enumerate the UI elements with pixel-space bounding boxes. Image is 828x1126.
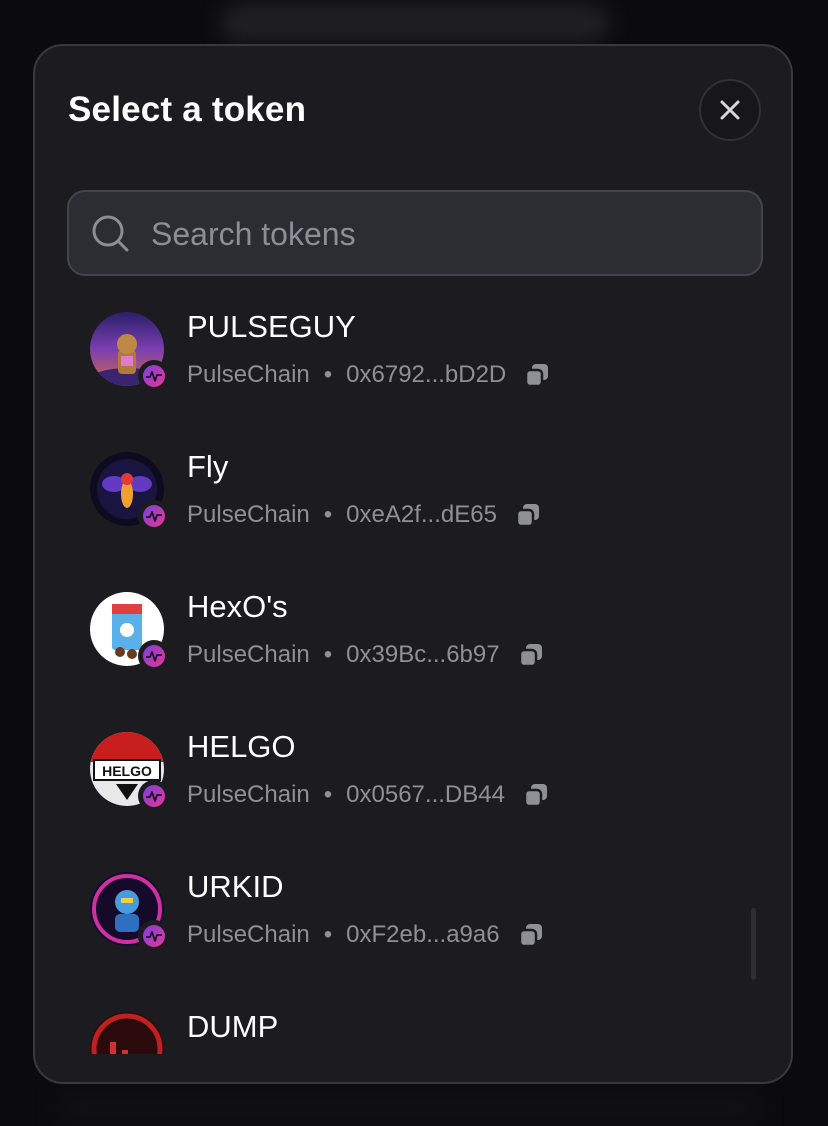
token-address: 0xF2eb...a9a6 [346, 921, 500, 948]
copy-icon[interactable] [523, 782, 549, 808]
token-row-fly[interactable]: Fly PulseChain • 0xeA2f...dE65 [35, 436, 755, 576]
token-row-urkid[interactable]: URKID PulseChain • 0xF2eb...a9a6 [35, 856, 755, 996]
token-chain: PulseChain [187, 921, 310, 948]
token-list: PULSEGUY PulseChain • 0x6792...bD2D Fly … [35, 296, 791, 1054]
close-button[interactable] [699, 79, 761, 141]
copy-icon[interactable] [524, 362, 550, 388]
token-symbol: HexO's [187, 589, 288, 624]
pulsechain-badge [138, 780, 170, 812]
meta-separator: • [323, 921, 333, 948]
scrollbar[interactable] [751, 908, 756, 980]
pulsechain-badge [138, 920, 170, 952]
token-select-modal: Select a token Search tokens PULSEGUY Pu… [33, 44, 793, 1084]
pulsechain-badge [138, 360, 170, 392]
token-chain: PulseChain [187, 361, 310, 388]
meta-separator: • [323, 501, 333, 528]
token-chain: PulseChain [187, 781, 310, 808]
token-row-pulseguy[interactable]: PULSEGUY PulseChain • 0x6792...bD2D [35, 296, 755, 436]
copy-icon[interactable] [515, 502, 541, 528]
token-address: 0x6792...bD2D [346, 361, 507, 388]
modal-title: Select a token [68, 90, 307, 129]
token-avatar [90, 312, 170, 392]
token-row-helgo[interactable]: HELGO HELGO PulseChain • 0x0567...DB44 [35, 716, 755, 856]
pulsechain-badge [138, 500, 170, 532]
token-avatar [90, 452, 170, 532]
token-address: 0xeA2f...dE65 [346, 501, 497, 528]
token-chain: PulseChain [187, 641, 310, 668]
token-avatar [90, 872, 170, 952]
pulsechain-icon [143, 925, 165, 947]
pulsechain-badge [138, 640, 170, 672]
token-symbol: Fly [187, 449, 229, 484]
dump-avatar-icon [90, 1012, 164, 1054]
token-chain: PulseChain [187, 501, 310, 528]
token-meta: PulseChain • 0x39Bc...6b97 [187, 640, 544, 670]
pulsechain-icon [143, 365, 165, 387]
token-symbol: DUMP [187, 1009, 279, 1044]
token-symbol: PULSEGUY [187, 309, 356, 344]
background-blurred-footer [60, 1090, 760, 1126]
meta-separator: • [323, 641, 333, 668]
token-avatar [90, 592, 170, 672]
token-address: 0x39Bc...6b97 [346, 641, 500, 668]
close-icon [720, 100, 740, 120]
token-row-dump[interactable]: DUMP [35, 996, 755, 1054]
token-avatar [90, 1012, 164, 1054]
token-meta: PulseChain • 0x6792...bD2D [187, 360, 550, 390]
pulsechain-icon [143, 645, 165, 667]
token-meta: PulseChain • 0xeA2f...dE65 [187, 500, 541, 530]
token-avatar: HELGO [90, 732, 170, 812]
pulsechain-icon [143, 505, 165, 527]
meta-separator: • [323, 781, 333, 808]
background-blurred-header [220, 4, 610, 42]
pulsechain-icon [143, 785, 165, 807]
token-meta: PulseChain • 0x0567...DB44 [187, 780, 549, 810]
helgo-logo-text: HELGO [102, 763, 152, 779]
token-address: 0x0567...DB44 [346, 781, 505, 808]
token-symbol: URKID [187, 869, 284, 904]
token-row-hexos[interactable]: HexO's PulseChain • 0x39Bc...6b97 [35, 576, 755, 716]
token-symbol: HELGO [187, 729, 296, 764]
token-meta: PulseChain • 0xF2eb...a9a6 [187, 920, 544, 950]
search-field[interactable] [67, 190, 763, 276]
copy-icon[interactable] [518, 922, 544, 948]
meta-separator: • [323, 361, 333, 388]
copy-icon[interactable] [518, 642, 544, 668]
search-input[interactable] [149, 192, 743, 276]
search-icon [92, 215, 129, 252]
app-screen: Select a token Search tokens PULSEGUY Pu… [0, 0, 828, 1126]
